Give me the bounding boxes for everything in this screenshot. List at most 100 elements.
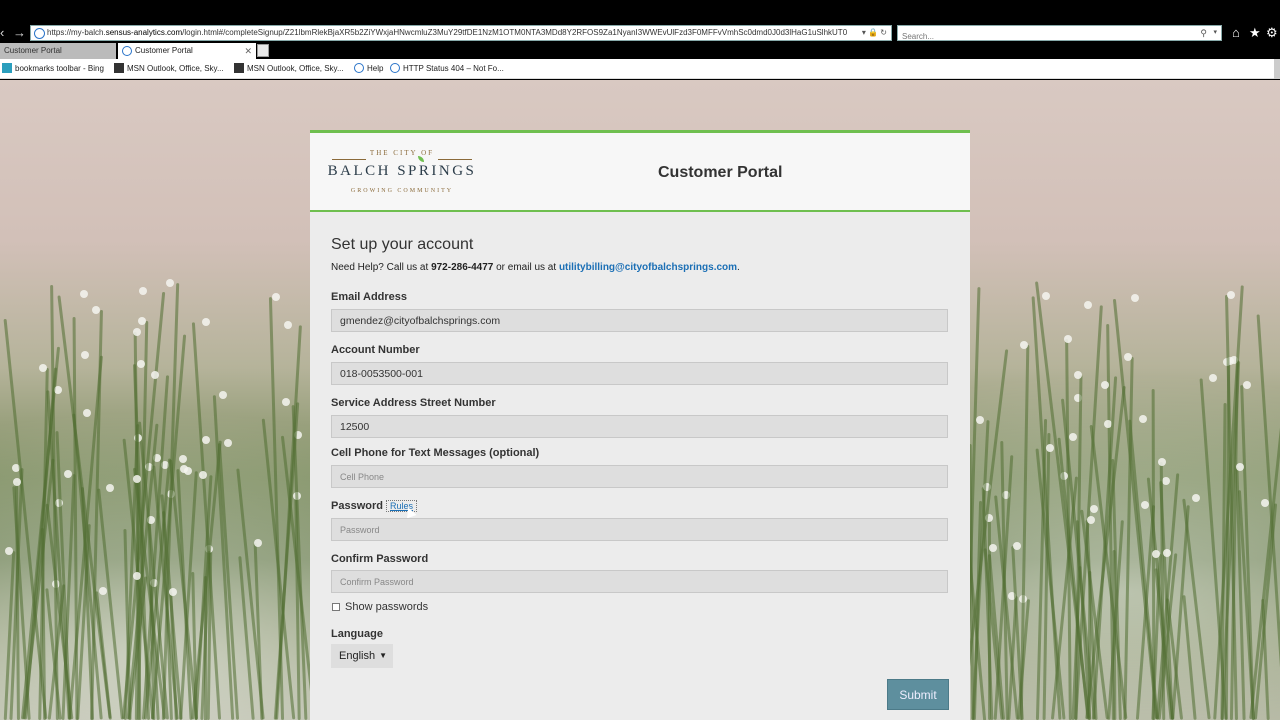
ie-tab-icon: [122, 46, 132, 56]
signup-card: THE CITY OF BALCH SPRINGS GROWING COMMUN…: [310, 130, 970, 720]
dew-drop: [1074, 370, 1083, 379]
ie-favicon-icon: [34, 28, 45, 39]
window-titlebar: [0, 0, 1280, 24]
dew-drop: [4, 546, 13, 555]
grass-blade: [238, 556, 255, 720]
dew-drop: [133, 327, 142, 336]
card-header: THE CITY OF BALCH SPRINGS GROWING COMMUN…: [310, 133, 970, 212]
dew-drop: [79, 289, 88, 298]
account-number-field[interactable]: [331, 362, 948, 385]
chevron-down-icon: ▼: [379, 651, 387, 660]
tab-label: Customer Portal: [4, 46, 62, 55]
dew-drop: [199, 470, 208, 479]
url-domain: sensus-analytics.com: [105, 28, 183, 37]
dew-drop: [1019, 341, 1028, 350]
dew-drop: [168, 588, 177, 597]
help-email-link[interactable]: utilitybilling@cityofbalchsprings.com: [559, 262, 737, 273]
dew-drop: [63, 470, 72, 479]
msn-icon: [114, 62, 124, 73]
dew-drop: [224, 438, 233, 447]
password-field[interactable]: [331, 518, 948, 541]
favorite-msn-2[interactable]: MSN Outlook, Office, Sky...: [234, 59, 344, 79]
address-controls[interactable]: ▾ 🔒 ↻: [862, 26, 887, 40]
dew-drop: [201, 317, 210, 326]
dew-drop: [1090, 505, 1099, 514]
favorite-msn-1[interactable]: MSN Outlook, Office, Sky...: [114, 59, 224, 79]
tab-customer-portal-1[interactable]: Customer Portal: [0, 43, 116, 59]
dew-drop: [1068, 432, 1077, 441]
dew-drop: [165, 279, 174, 288]
dew-drop: [1243, 380, 1252, 389]
logo-rule-left: [332, 159, 366, 160]
dew-drop: [1151, 550, 1160, 559]
url-text[interactable]: https://my-balch.sensus-analytics.com/lo…: [47, 26, 857, 40]
street-number-field[interactable]: [331, 415, 948, 438]
dew-drop: [91, 305, 100, 314]
confirm-password-field[interactable]: [331, 570, 948, 593]
dew-drop: [106, 483, 115, 492]
favorite-http-404[interactable]: HTTP Status 404 – Not Fo...: [390, 59, 504, 79]
search-dropdown-icon[interactable]: ▾: [1213, 26, 1217, 40]
portal-title: Customer Portal: [658, 164, 783, 181]
favorites-scrollbar[interactable]: [1274, 59, 1280, 79]
dew-drop: [151, 371, 160, 380]
favorites-bar: bookmarks toolbar - Bing MSN Outlook, Of…: [0, 59, 1280, 79]
favorites-star-icon[interactable]: ★: [1249, 24, 1261, 42]
forward-icon[interactable]: →: [13, 24, 26, 42]
search-icon[interactable]: ⚲: [1200, 26, 1207, 40]
favorite-label: MSN Outlook, Office, Sky...: [127, 64, 224, 73]
dew-drop: [1141, 501, 1150, 510]
ie-icon: [390, 62, 400, 73]
submit-button[interactable]: Submit: [887, 679, 949, 710]
help-prefix: Need Help? Call us at: [331, 262, 432, 273]
account-number-label: Account Number: [331, 344, 420, 356]
dew-drop: [1013, 542, 1022, 551]
dew-drop: [282, 397, 291, 406]
home-icon[interactable]: ⌂: [1232, 24, 1240, 42]
balch-springs-logo: THE CITY OF BALCH SPRINGS GROWING COMMUN…: [324, 147, 480, 199]
page-viewport: THE CITY OF BALCH SPRINGS GROWING COMMUN…: [0, 80, 1280, 720]
email-field[interactable]: [331, 309, 948, 332]
language-value: English: [339, 650, 376, 662]
dew-drop: [1084, 300, 1093, 309]
dew-drop: [271, 292, 280, 301]
dew-drop: [183, 467, 192, 476]
new-tab-button[interactable]: [257, 44, 269, 57]
favorite-label: Help: [367, 64, 384, 73]
favorite-bing[interactable]: bookmarks toolbar - Bing: [2, 59, 104, 79]
favorite-label: MSN Outlook, Office, Sky...: [247, 64, 344, 73]
close-icon[interactable]: ✕: [244, 43, 252, 59]
show-passwords-checkbox[interactable]: [332, 603, 340, 611]
back-icon[interactable]: ‹: [0, 24, 4, 42]
dew-drop: [1157, 457, 1166, 466]
dew-drop: [1123, 353, 1132, 362]
logo-top-text: THE CITY OF: [369, 149, 435, 157]
dew-drop: [1191, 493, 1200, 502]
dew-drop: [1041, 292, 1050, 301]
msn-icon: [234, 62, 244, 73]
dew-drop: [254, 538, 263, 547]
favorite-help[interactable]: Help: [354, 59, 383, 79]
settings-gear-icon[interactable]: ⚙: [1266, 24, 1278, 42]
cell-phone-field[interactable]: [331, 465, 948, 488]
search-box[interactable]: ⚲ ▾: [897, 25, 1222, 44]
dew-drop: [1045, 444, 1054, 453]
address-row: ‹ → https://my-balch.sensus-analytics.co…: [0, 24, 1280, 44]
dew-drop: [139, 286, 148, 295]
help-suffix: .: [737, 262, 740, 273]
logo-rule-right: [438, 159, 472, 160]
street-number-label: Service Address Street Number: [331, 397, 496, 409]
address-bar[interactable]: https://my-balch.sensus-analytics.com/lo…: [30, 25, 892, 41]
dew-drop: [202, 436, 211, 445]
dew-drop: [1087, 516, 1096, 525]
dew-drop: [178, 454, 187, 463]
dew-drop: [219, 391, 228, 400]
tab-customer-portal-2[interactable]: Customer Portal ✕: [118, 43, 256, 59]
dew-drop: [80, 350, 89, 359]
ie-icon: [354, 62, 364, 73]
dew-drop: [99, 587, 108, 596]
show-passwords-label[interactable]: Show passwords: [345, 601, 428, 613]
language-select[interactable]: English ▼: [331, 644, 393, 668]
dew-drop: [976, 415, 985, 424]
password-label: Password: [331, 500, 383, 512]
